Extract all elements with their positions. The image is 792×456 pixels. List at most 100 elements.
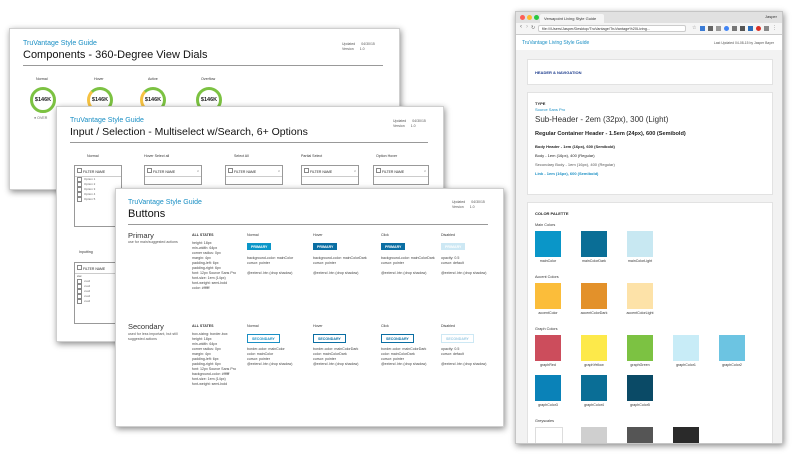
color-swatch — [673, 427, 699, 443]
secondary-state-hover: Hover — [313, 324, 323, 328]
url-field[interactable]: file:///Users/Jasper/Desktop/TruVantage/… — [538, 25, 686, 32]
search-icon[interactable]: ⌕ — [278, 169, 280, 173]
col-overflow: Overflow — [201, 77, 216, 81]
state-note: @extend .btn (drop shadow) — [313, 271, 359, 275]
page-header: TruVantage Living Style Guide Last Updat… — [516, 35, 782, 51]
checkbox-icon[interactable] — [77, 168, 82, 173]
col-hover: Hover — [94, 77, 104, 81]
nav-heading[interactable]: HEADER & NAVIGATION — [535, 70, 582, 75]
col-select-all: Select All — [234, 154, 249, 158]
extension-icon[interactable] — [748, 26, 753, 31]
secondary-button-hover[interactable]: SECONDARY — [313, 334, 346, 343]
filter-box-option-hover[interactable]: FILTER NAME ⌕ — [373, 165, 429, 185]
col-active: Active — [148, 77, 158, 81]
swatch-label: graphColor2 — [722, 363, 742, 367]
secondary-notes-hover: border-color: mainColorDark color: mainCo… — [313, 347, 358, 367]
color-swatch — [535, 427, 563, 443]
browser-window: Versapoint Living Style Guide Jasper ‹ ›… — [515, 11, 783, 444]
font-name: Source Sans Pro — [535, 107, 566, 112]
primary-button-click[interactable]: PRIMARY — [381, 243, 406, 250]
zoom-window-icon[interactable] — [534, 15, 539, 20]
secondary-notes-click: border-color: mainColorDark color: mainCo… — [381, 347, 426, 367]
color-swatch — [581, 427, 607, 443]
sheet-meta: Updated 04/30/15 Version 1.0 — [452, 200, 485, 209]
sheet-meta: Updated 04/30/15 Version 1.0 — [342, 42, 375, 51]
menu-icon[interactable]: ⋮ — [772, 26, 777, 31]
color-swatch — [719, 335, 745, 361]
filter-box-select-all[interactable]: FILTER NAME ⌕ — [225, 165, 283, 185]
forward-icon[interactable]: › — [526, 24, 528, 30]
swatch-label: graphRed — [540, 363, 556, 367]
primary-name: Primary — [128, 231, 154, 240]
state-note: @extend .btn (drop shadow) — [313, 362, 359, 366]
primary-notes-disabled: opacity: 0.5 cursor: default @extend .btn … — [441, 256, 486, 276]
browser-tab[interactable]: Versapoint Living Style Guide — [540, 14, 604, 23]
primary-notes-click: background-color: mainColorDark cursor: p… — [381, 256, 435, 276]
palette-group-label: Accent Colors — [535, 275, 559, 279]
title-rule — [70, 142, 428, 143]
type-heading: TYPE — [535, 101, 546, 106]
state-note: @extend .btn (drop shadow) — [381, 271, 427, 275]
color-swatch — [627, 427, 653, 443]
primary-button-normal[interactable]: PRIMARY — [247, 243, 272, 250]
secondary-button-disabled: SECONDARY — [441, 334, 474, 343]
page-brand[interactable]: TruVantage Living Style Guide — [522, 40, 589, 46]
extension-icon[interactable] — [756, 26, 761, 31]
secondary-name: Secondary — [128, 322, 164, 331]
state-note: @extend .btn (drop shadow) — [247, 271, 293, 275]
reload-icon[interactable]: ↻ — [531, 25, 535, 31]
title-rule — [128, 224, 488, 225]
palette-card: COLOR PALETTE Main Colors mainColor mainCo… — [527, 202, 773, 443]
swatch-label: accentColorDark — [580, 311, 608, 315]
col-option-hover: Option Hover — [376, 154, 398, 158]
color-swatch — [581, 375, 607, 401]
link-sample[interactable]: Link - 1em (16px), 600 (Semibold) — [535, 171, 598, 176]
dial-caption: ● OVER — [34, 116, 48, 120]
info-icon: ● — [34, 116, 37, 120]
type-card: TYPE Source Sans Pro Sub-Header - 2em (3… — [527, 92, 773, 195]
primary-button-hover[interactable]: PRIMARY — [313, 243, 338, 250]
color-swatch — [673, 335, 699, 361]
extension-icon[interactable] — [700, 26, 705, 31]
col-normal: Normal — [87, 154, 99, 158]
minimize-window-icon[interactable] — [527, 15, 532, 20]
color-swatch — [535, 231, 561, 257]
filter-box-hover[interactable]: FILTER NAME ⌕ — [144, 165, 202, 185]
user-name[interactable]: Jasper — [765, 14, 777, 19]
secondary-button-normal[interactable]: SECONDARY — [247, 334, 280, 343]
secondary-button-click[interactable]: SECONDARY — [381, 334, 414, 343]
color-swatch — [581, 283, 607, 309]
secondary-body-sample: Secondary Body - 1em (16px), 400 (Regula… — [535, 162, 615, 167]
title-rule — [23, 65, 383, 66]
search-icon[interactable]: ⌕ — [197, 169, 199, 173]
color-swatch — [627, 335, 653, 361]
sheet-brand: TruVantage Style Guide — [70, 117, 144, 124]
sheet-title: Buttons — [128, 208, 166, 220]
extension-icon[interactable] — [764, 26, 769, 31]
extension-icon[interactable] — [724, 26, 729, 31]
bookmark-star-icon[interactable]: ☆ — [692, 26, 697, 31]
address-toolbar: ‹ › ↻ file:///Users/Jasper/Desktop/TruVa… — [516, 23, 782, 35]
extension-icon[interactable] — [708, 26, 713, 31]
col-hover-select-all: Hover Select all — [144, 154, 170, 158]
dial-normal[interactable]: $146K — [30, 87, 56, 113]
secondary-notes-normal: border-color: mainColor color: mainColor c… — [247, 347, 292, 367]
filter-box-partial[interactable]: FILTER NAME ⌕ — [301, 165, 359, 185]
extension-icon[interactable] — [732, 26, 737, 31]
back-icon[interactable]: ‹ — [520, 24, 522, 30]
search-icon[interactable]: ⌕ — [424, 169, 426, 173]
search-icon[interactable]: ⌕ — [354, 169, 356, 173]
color-swatch — [581, 335, 607, 361]
color-swatch — [535, 375, 561, 401]
sheet-meta: Updated 04/30/15 Version 1.0 — [393, 119, 426, 128]
close-window-icon[interactable] — [520, 15, 525, 20]
swatch-label: graphGreen — [630, 363, 650, 367]
tab-bar: Versapoint Living Style Guide Jasper — [516, 12, 782, 23]
buttons-sheet: TruVantage Style Guide Buttons Updated 04… — [115, 188, 504, 427]
swatch-label: graphColor1 — [676, 363, 696, 367]
primary-state-hover: Hover — [313, 233, 323, 237]
extension-icon[interactable] — [740, 26, 745, 31]
swatch-label: accentColor — [538, 311, 558, 315]
swatch-label: graphColor5 — [630, 403, 650, 407]
extension-icon[interactable] — [716, 26, 721, 31]
